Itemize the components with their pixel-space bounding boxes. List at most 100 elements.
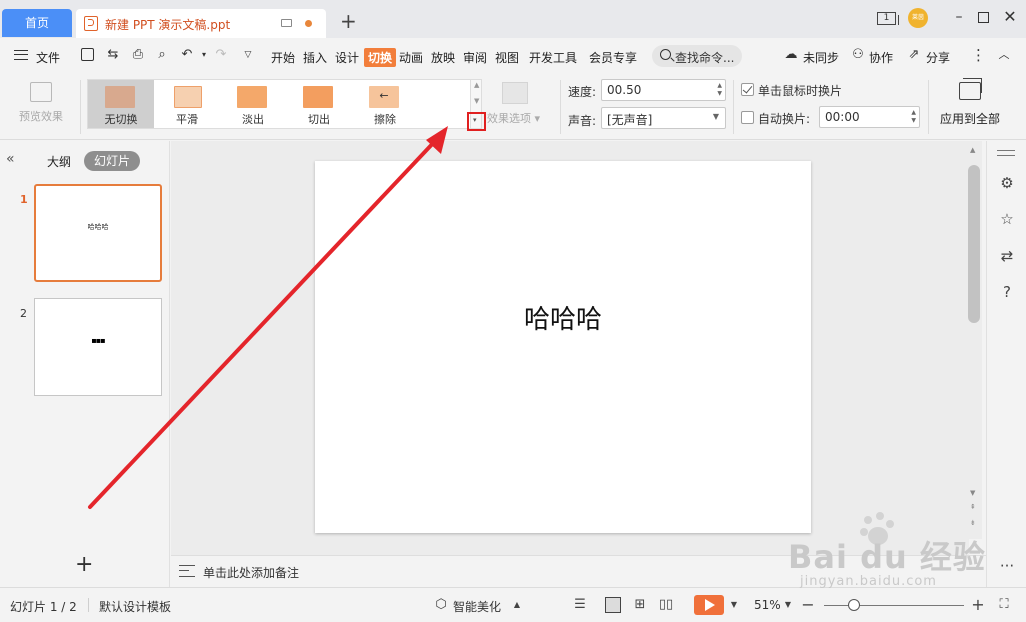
tab-start[interactable]: 开始 [271, 49, 295, 66]
tab-design[interactable]: 设计 [335, 49, 359, 66]
more-options-icon[interactable]: ⋮ [971, 48, 986, 63]
sync-status[interactable]: 未同步 [803, 49, 839, 66]
tab-animation[interactable]: 动画 [399, 49, 423, 66]
zoom-slider-handle[interactable] [848, 599, 860, 611]
play-slideshow-button[interactable] [694, 595, 724, 615]
apply-to-all-button[interactable]: 应用到全部 [934, 78, 1006, 127]
beautify-button[interactable]: 智能美化 [453, 598, 501, 615]
minimize-icon[interactable]: – [952, 10, 966, 24]
slide-thumbnail[interactable]: ▪▪▪ [34, 298, 162, 396]
speed-stepper[interactable]: 00.50 ▲ ▼ [601, 79, 726, 101]
collaborate-button[interactable]: 协作 [869, 49, 893, 66]
beautify-icon[interactable]: ⬡ [433, 597, 449, 613]
add-slide-button[interactable]: + [75, 554, 93, 576]
chevron-up-icon[interactable]: ▲ [509, 597, 525, 613]
scrollbar-thumb[interactable] [968, 165, 980, 323]
slide-sorter-icon[interactable]: ⊞ [632, 597, 648, 613]
tab-outline[interactable]: 大纲 [47, 153, 71, 170]
undo-icon[interactable]: ↶ [180, 48, 194, 62]
hamburger-icon[interactable] [14, 50, 28, 60]
auto-advance-stepper[interactable]: 00:00 ▲ ▼ [819, 106, 920, 128]
maximize-icon[interactable] [978, 12, 989, 23]
auto-advance-checkbox[interactable] [741, 111, 754, 124]
notes-placeholder[interactable]: 单击此处添加备注 [203, 564, 299, 581]
tab-transition[interactable]: 切换 [364, 48, 397, 67]
previous-slide-icon[interactable]: ⇞ [970, 503, 976, 511]
canvas-scrollbar[interactable]: ▲ ▼ ⇞ ⇟ [966, 141, 982, 539]
tab-membership[interactable]: 会员专享 [589, 49, 637, 66]
slide-thumbnail[interactable]: 哈哈哈 [34, 184, 162, 282]
tab-review[interactable]: 审阅 [463, 49, 487, 66]
share-button[interactable]: 分享 [926, 49, 950, 66]
scroll-down-icon[interactable]: ▼ [970, 489, 975, 497]
slide-text-box[interactable]: 哈哈哈 [315, 299, 811, 336]
monitor-icon[interactable] [281, 19, 292, 27]
customize-dropdown-icon[interactable]: ▽ [241, 48, 255, 62]
close-icon[interactable]: ✕ [1003, 9, 1017, 25]
effect-options-button[interactable]: 效果选项 ▾ [487, 110, 540, 126]
scroll-up-icon[interactable]: ▲ [970, 146, 975, 154]
export-icon[interactable]: ⇆ [106, 48, 120, 62]
transition-fade[interactable]: 淡出 [220, 80, 286, 128]
template-name[interactable]: 默认设计模板 [99, 598, 171, 615]
zoom-out-icon[interactable]: − [800, 597, 816, 613]
on-click-label: 单击鼠标时换片 [758, 84, 843, 98]
collapse-panel-icon[interactable]: « [6, 151, 15, 167]
transition-cut[interactable]: 切出 [286, 80, 352, 128]
print-preview-icon[interactable]: ⌕ [155, 48, 169, 62]
window-count-icon[interactable]: 1 [877, 12, 899, 25]
share-icon[interactable]: ⇗ [907, 48, 921, 62]
help-icon[interactable]: ? [998, 283, 1016, 301]
avatar[interactable]: 莱茵 [908, 8, 928, 28]
gallery-expand-button[interactable]: ▾ [467, 112, 486, 131]
properties-icon[interactable]: ⚙ [998, 174, 1016, 192]
tab-insert[interactable]: 插入 [303, 49, 327, 66]
command-search[interactable]: 查找命令... [652, 45, 742, 67]
divider [733, 80, 734, 134]
cloud-sync-icon[interactable]: ☁ [784, 48, 798, 62]
collaborate-icon[interactable]: ⚇ [851, 48, 865, 62]
transition-label: 切出 [308, 113, 330, 126]
zoom-slider[interactable] [824, 605, 964, 606]
stepper-arrows-icon[interactable]: ▲ ▼ [911, 109, 916, 125]
slide-thumbnail-text: ▪▪▪ [91, 336, 105, 345]
chevron-down-icon[interactable]: ▼ [726, 597, 742, 613]
zoom-in-icon[interactable]: + [970, 597, 986, 613]
next-slide-icon[interactable]: ⇟ [970, 519, 976, 527]
sound-select[interactable]: [无声音] ▼ [601, 107, 726, 129]
on-click-checkbox[interactable] [741, 83, 754, 96]
scroll-up-icon[interactable]: ▲ [474, 81, 479, 89]
print-icon[interactable]: ⎙ [131, 48, 145, 62]
preview-effect-button[interactable]: 预览效果 [10, 82, 72, 132]
document-tab[interactable]: 新建 PPT 演示文稿.ppt [76, 9, 326, 38]
transition-none[interactable]: 无切换 [88, 80, 154, 128]
reading-view-icon[interactable]: ▯▯ [658, 597, 674, 613]
home-tab[interactable]: 首页 [2, 9, 72, 37]
star-icon[interactable]: ☆ [998, 210, 1016, 228]
collapse-ribbon-icon[interactable]: ︿ [997, 48, 1011, 62]
status-bar: 幻灯片 1 / 2 默认设计模板 ⬡ 智能美化 ▲ ☰ ⊞ ▯▯ ▼ 51% ▼… [0, 587, 1026, 622]
transition-smooth[interactable]: 平滑 [154, 80, 220, 128]
sidebar-grip-icon[interactable] [997, 150, 1015, 156]
fit-window-icon[interactable]: ⛶ [996, 597, 1012, 613]
undo-dropdown-icon[interactable]: ▾ [197, 48, 211, 62]
tab-view[interactable]: 视图 [495, 49, 519, 66]
zoom-level[interactable]: 51% [754, 598, 781, 612]
chevron-down-icon[interactable]: ▼ [780, 597, 796, 613]
transition-pane-icon[interactable]: ⇄ [998, 247, 1016, 265]
file-menu[interactable]: 文件 [36, 49, 60, 66]
tab-developer[interactable]: 开发工具 [529, 49, 577, 66]
scroll-down-icon[interactable]: ▼ [474, 97, 479, 105]
notes-toggle-icon[interactable]: ☰ [572, 597, 588, 613]
transition-wipe[interactable]: ← 擦除 [352, 80, 418, 128]
save-icon[interactable] [81, 48, 94, 61]
stepper-arrows-icon[interactable]: ▲ ▼ [717, 82, 722, 98]
new-tab-button[interactable]: + [340, 11, 357, 31]
current-slide[interactable]: 哈哈哈 [315, 161, 811, 533]
speed-value: 00.50 [607, 83, 642, 97]
normal-view-icon[interactable] [605, 597, 621, 613]
more-icon[interactable]: ··· [998, 557, 1016, 575]
tab-slides[interactable]: 幻灯片 [84, 151, 140, 171]
tab-slideshow[interactable]: 放映 [431, 49, 455, 66]
redo-icon[interactable]: ↷ [214, 48, 228, 62]
